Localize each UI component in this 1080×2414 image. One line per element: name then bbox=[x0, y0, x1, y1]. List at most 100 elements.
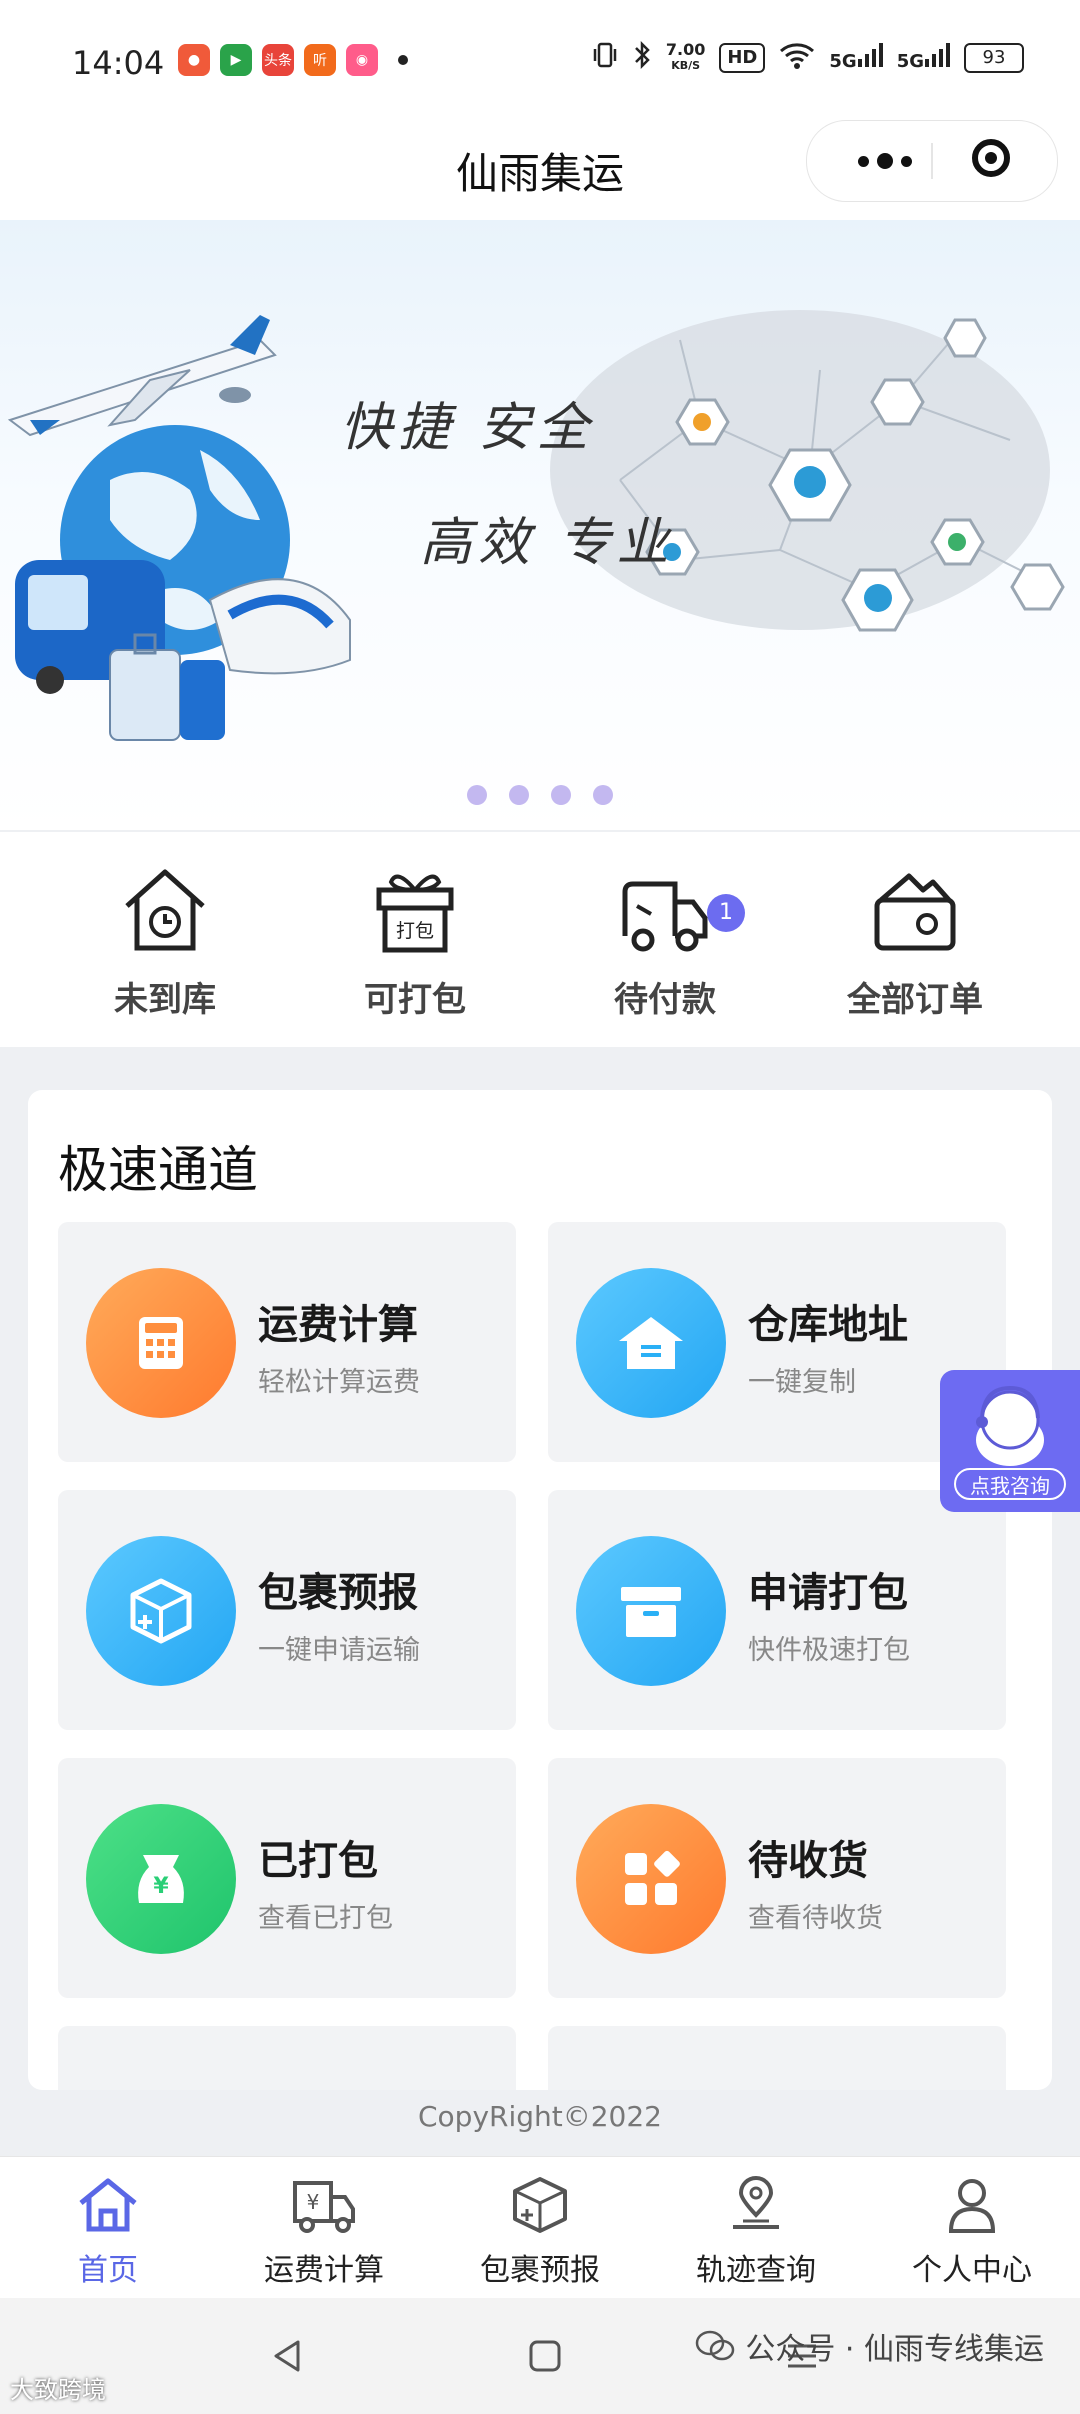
carousel-dot[interactable] bbox=[509, 785, 529, 805]
close-mini-program-button[interactable] bbox=[972, 139, 1010, 177]
home-nav-icon[interactable] bbox=[525, 2336, 565, 2376]
bluetooth-icon bbox=[632, 40, 652, 75]
quick-action-label: 未到库 bbox=[114, 980, 216, 1020]
quick-action-label: 可打包 bbox=[364, 980, 466, 1020]
freight-truck-icon: ¥ bbox=[293, 2181, 355, 2233]
tile-subtitle: 查看待收货 bbox=[748, 1903, 883, 1934]
tab-package-forecast[interactable]: 包裹预报 bbox=[432, 2175, 648, 2289]
package-plus-icon bbox=[86, 1536, 236, 1686]
quick-action-pending-payment[interactable]: 1 待付款 bbox=[555, 862, 775, 1021]
mini-program-capsule bbox=[806, 120, 1058, 202]
wifi-icon bbox=[779, 41, 815, 74]
tab-home[interactable]: 首页 bbox=[0, 2175, 216, 2289]
pending-payment-badge: 1 bbox=[707, 894, 745, 932]
tab-label: 包裹预报 bbox=[480, 2253, 600, 2288]
battery-indicator: 93 bbox=[964, 42, 1024, 73]
tab-track-query[interactable]: 轨迹查询 bbox=[648, 2175, 864, 2289]
system-navigation-bar: 大致跨境 公众号 · 仙雨专线集运 bbox=[0, 2298, 1080, 2414]
title-bar: 仙雨集运 bbox=[0, 120, 1080, 220]
quick-action-label: 待付款 bbox=[614, 980, 716, 1020]
gift-box-icon: 打包 bbox=[376, 874, 454, 953]
package-icon bbox=[513, 2177, 567, 2233]
house-clock-icon bbox=[125, 869, 205, 951]
tile-subtitle: 一键申请运输 bbox=[258, 1635, 420, 1666]
copyright-text: CopyRight©2022 bbox=[417, 2100, 662, 2133]
quick-action-not-arrived[interactable]: 未到库 bbox=[55, 862, 275, 1021]
tile-partial[interactable] bbox=[58, 2026, 516, 2090]
consult-float-button[interactable]: 点我咨询 bbox=[940, 1370, 1080, 1512]
calculator-icon bbox=[86, 1268, 236, 1418]
tab-label: 个人中心 bbox=[912, 2253, 1032, 2288]
wechat-icon bbox=[696, 2330, 735, 2361]
svg-text:打包: 打包 bbox=[396, 920, 434, 942]
quick-action-label: 全部订单 bbox=[847, 980, 983, 1020]
vibrate-icon bbox=[592, 41, 618, 74]
tile-subtitle: 快件极速打包 bbox=[748, 1635, 910, 1666]
hd-badge: HD bbox=[719, 42, 766, 73]
tile-title: 运费计算 bbox=[258, 1302, 418, 1348]
tile-packed[interactable]: ¥ 已打包 查看已打包 bbox=[58, 1758, 516, 1998]
more-options-button[interactable] bbox=[845, 121, 925, 201]
tile-title: 待收货 bbox=[748, 1838, 868, 1884]
game-app-icon: ● bbox=[178, 44, 210, 76]
user-icon bbox=[948, 2179, 996, 2233]
tile-freight-calc[interactable]: 运费计算 轻松计算运费 bbox=[58, 1222, 516, 1462]
order-status-bar: 未到库 打包 可打包 1 待付款 全部订单 bbox=[0, 832, 1080, 1047]
archive-box-icon bbox=[576, 1536, 726, 1686]
tile-package-forecast[interactable]: 包裹预报 一键申请运输 bbox=[58, 1490, 516, 1730]
grid-apps-icon bbox=[576, 1804, 726, 1954]
svg-text:¥: ¥ bbox=[153, 1874, 169, 1899]
watermark-right: 公众号 · 仙雨专线集运 bbox=[695, 2324, 1044, 2368]
express-channel-card: 极速通道 运费计算 轻松计算运费 仓库地址 一键复制 包裹预报 一键申请运输 申… bbox=[28, 1090, 1052, 2090]
delivery-truck-icon bbox=[622, 881, 708, 952]
tab-profile[interactable]: 个人中心 bbox=[864, 2175, 1080, 2289]
status-right: 7.00 KB/S HD 5G 5G 93 bbox=[592, 40, 1024, 75]
status-time: 14:04 bbox=[72, 44, 165, 82]
watermark-right-text: 公众号 · 仙雨专线集运 bbox=[745, 2332, 1044, 2367]
banner-carousel[interactable]: 快捷 安全 高效 专业 bbox=[0, 220, 1080, 830]
watermark-left: 大致跨境 bbox=[10, 2376, 106, 2404]
tile-title: 已打包 bbox=[258, 1838, 378, 1884]
network-speed: 7.00 KB/S bbox=[665, 39, 706, 72]
notification-icons: ● ▶ 头条 听 ◉ bbox=[178, 44, 408, 76]
news-app-icon: 头条 bbox=[262, 44, 294, 76]
tile-title: 仓库地址 bbox=[748, 1302, 908, 1348]
customer-service-icon bbox=[976, 1385, 1044, 1466]
quick-action-packable[interactable]: 打包 可打包 bbox=[305, 862, 525, 1021]
capsule-divider bbox=[931, 143, 933, 179]
carousel-indicators bbox=[0, 785, 1080, 805]
signal-5g-icon: 5G bbox=[829, 43, 883, 72]
money-bag-icon: ¥ bbox=[86, 1804, 236, 1954]
tile-subtitle: 一键复制 bbox=[748, 1367, 856, 1398]
tab-label: 轨迹查询 bbox=[696, 2253, 816, 2288]
section-title: 极速通道 bbox=[58, 1141, 258, 1199]
listen-app-icon: 听 bbox=[304, 44, 336, 76]
home-icon bbox=[79, 2178, 137, 2232]
carousel-dot[interactable] bbox=[467, 785, 487, 805]
tile-pending-receipt[interactable]: 待收货 查看待收货 bbox=[548, 1758, 1006, 1998]
tab-freight-calc[interactable]: ¥ 运费计算 bbox=[216, 2175, 432, 2289]
signal-5g-icon-2: 5G bbox=[897, 43, 950, 72]
tile-apply-pack[interactable]: 申请打包 快件极速打包 bbox=[548, 1490, 1006, 1730]
tab-label: 运费计算 bbox=[264, 2253, 384, 2288]
banner-slogan-2: 高效 专业 bbox=[420, 513, 675, 573]
banner-slogan-1: 快捷 安全 bbox=[340, 398, 595, 458]
tile-subtitle: 查看已打包 bbox=[258, 1903, 393, 1934]
photo-app-icon: ◉ bbox=[346, 44, 378, 76]
back-nav-icon[interactable] bbox=[268, 2336, 308, 2376]
warehouse-icon bbox=[576, 1268, 726, 1418]
carousel-dot[interactable] bbox=[551, 785, 571, 805]
consult-label: 点我咨询 bbox=[954, 1468, 1066, 1500]
tile-title: 包裹预报 bbox=[258, 1570, 418, 1616]
more-notifications-dot bbox=[398, 55, 408, 65]
quick-action-all-orders[interactable]: 全部订单 bbox=[805, 862, 1025, 1021]
tile-subtitle: 轻松计算运费 bbox=[258, 1367, 420, 1398]
wallet-icon bbox=[874, 873, 956, 951]
tile-partial[interactable] bbox=[548, 2026, 1006, 2090]
tile-warehouse-address[interactable]: 仓库地址 一键复制 bbox=[548, 1222, 1006, 1462]
tile-title: 申请打包 bbox=[748, 1570, 908, 1616]
svg-text:¥: ¥ bbox=[307, 2190, 320, 2214]
carousel-dot[interactable] bbox=[593, 785, 613, 805]
tab-label: 首页 bbox=[78, 2253, 138, 2288]
location-pin-icon bbox=[733, 2176, 779, 2229]
